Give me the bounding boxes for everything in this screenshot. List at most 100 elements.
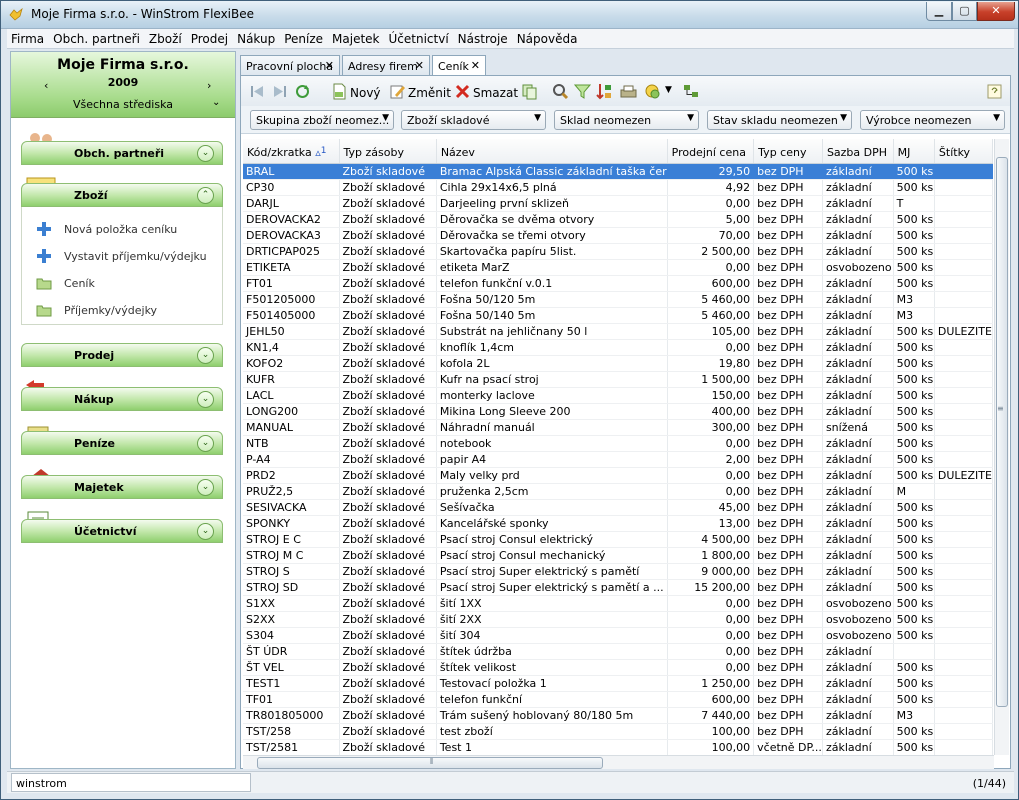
table-row[interactable]: STROJ M C Zboží skladové Psací stroj Consu… <box>243 547 993 564</box>
table-row[interactable]: DRTICPAP025 Zboží skladové Skartovačka pap… <box>243 243 993 260</box>
table-row[interactable]: P-A4 Zboží skladové papir A4 2,00 bez DPH zák… <box>243 451 993 468</box>
col-header-name[interactable]: Název <box>436 139 668 164</box>
table-row[interactable]: DEROVACKA3 Zboží skladové Děrovačka se tře… <box>243 227 993 244</box>
table-row[interactable]: KN1,4 Zboží skladové knoflík 1,4cm 0,00 bez … <box>243 339 993 356</box>
col-header-price-type[interactable]: Typ ceny <box>753 139 823 164</box>
section-nakup[interactable]: Nákup ⌄ <box>21 387 223 411</box>
table-row[interactable]: PRD2 Zboží skladové Maly velky prd 0,00 bez … <box>243 467 993 484</box>
table-row[interactable]: FT01 Zboží skladové telefon funkční v.0.1 6… <box>243 275 993 292</box>
section-zbozi[interactable]: Zboží ⌃ <box>21 183 223 207</box>
menu-firma[interactable]: Firma <box>7 29 49 46</box>
stock-type-filter-select[interactable]: Zboží skladové ▼ <box>401 110 546 130</box>
table-row[interactable]: TST/258 Zboží skladové test zboží 100,00 bez… <box>243 723 993 740</box>
table-row[interactable]: NTB Zboží skladové notebook 0,00 bez DPH zákl… <box>243 435 993 452</box>
table-row[interactable]: TEST1 Zboží skladové Testovací položka 11 … <box>243 675 993 692</box>
vertical-scrollbar[interactable]: ≡ <box>994 139 1009 755</box>
prev-year-arrow-icon[interactable]: ‹ <box>44 79 48 92</box>
table-cell: Mikina Long Sleeve 200 <box>436 403 668 420</box>
close-button[interactable]: ✕ <box>977 2 1015 21</box>
table-cell: bez DPH <box>753 355 823 372</box>
title-bar[interactable]: Moje Firma s.r.o. - WinStrom FlexiBee ▁ … <box>1 1 1018 29</box>
chevron-down-icon[interactable]: ⌄ <box>197 391 214 408</box>
table-row[interactable]: LONG200 Zboží skladové Mikina Long Sleeve … <box>243 403 993 420</box>
table-cell: DEROVACKA2 <box>243 211 340 228</box>
table-row[interactable]: BRAL Zboží skladové Bramac Alpská Classic … <box>243 163 993 180</box>
table-row[interactable]: S304 Zboží skladové šití 304 0,00 bez DPH osv… <box>243 627 993 644</box>
chevron-down-icon[interactable]: ⌄ <box>212 97 220 108</box>
sort-order-number: 1 <box>320 146 327 157</box>
next-year-arrow-icon[interactable]: › <box>207 79 211 92</box>
warehouse-filter-select[interactable]: Sklad neomezen ▼ <box>554 110 699 130</box>
table-row[interactable]: DEROVACKA2 Zboží skladové Děrovačka se dvě… <box>243 211 993 228</box>
menu-majetek[interactable]: Majetek <box>328 29 384 46</box>
manufacturer-filter-select[interactable]: Výrobce neomezen ▼ <box>860 110 1005 130</box>
tab-pracovni-plocha[interactable]: Pracovní plocha ✕ <box>240 55 340 76</box>
table-row[interactable]: KUFR Zboží skladové Kufr na psací stroj 1 5… <box>243 371 993 388</box>
table-row[interactable]: S1XX Zboží skladové šití 1XX 0,00 bez DPH osv… <box>243 595 993 612</box>
table-row[interactable]: SPONKY Zboží skladové Kancelářské sponky 13… <box>243 515 993 532</box>
price-list-table[interactable]: Kód/zkratka ▵1 Typ zásoby Název Prodejní… <box>243 139 993 755</box>
minimize-button[interactable]: ▁ <box>926 2 952 21</box>
col-header-tags[interactable]: Štítky <box>934 139 993 164</box>
cost-center-select[interactable]: Všechna střediska <box>11 98 235 111</box>
table-row[interactable]: S2XX Zboží skladové šití 2XX 0,00 bez DPH osv… <box>243 611 993 628</box>
table-row[interactable]: TR801805000 Zboží skladové Trám sušený hob… <box>243 707 993 724</box>
menu-nakup[interactable]: Nákup <box>233 29 280 46</box>
tab-adresy-firem[interactable]: Adresy firem ✕ <box>342 55 430 76</box>
close-tab-icon[interactable]: ✕ <box>325 59 334 72</box>
table-row[interactable]: F501205000 Zboží skladové Fošna 50/120 5m 5… <box>243 291 993 308</box>
chevron-down-icon[interactable]: ⌄ <box>197 145 214 162</box>
table-row[interactable]: STROJ S Zboží skladové Psací stroj Super e… <box>243 563 993 580</box>
close-tab-icon[interactable]: ✕ <box>471 59 480 72</box>
table-row[interactable]: JEHL50 Zboží skladové Substrát na jehlična… <box>243 323 993 340</box>
close-tab-icon[interactable]: ✕ <box>415 59 424 72</box>
chevron-down-icon[interactable]: ⌄ <box>197 479 214 496</box>
col-header-code[interactable]: Kód/zkratka ▵1 <box>243 139 340 164</box>
table-row[interactable]: STROJ SD Zboží skladové Psací stroj Super … <box>243 579 993 596</box>
table-row[interactable]: KOFO2 Zboží skladové kofola 2L 19,80 bez DPH… <box>243 355 993 372</box>
menu-ucetnictvi[interactable]: Účetnictví <box>385 29 454 46</box>
menu-obch-partneri[interactable]: Obch. partneři <box>49 29 145 46</box>
section-majetek[interactable]: Majetek ⌄ <box>21 475 223 499</box>
menu-penize[interactable]: Peníze <box>280 29 328 46</box>
col-header-unit[interactable]: MJ <box>893 139 935 164</box>
section-penize[interactable]: Peníze ⌄ <box>21 431 223 455</box>
scroll-thumb[interactable] <box>996 157 1008 707</box>
table-row[interactable]: ŠT VEL Zboží skladové štítek velikost 0,00 b… <box>243 659 993 676</box>
table-row[interactable]: ŠT ÚDR Zboží skladové štítek údržba 0,00 bez… <box>243 643 993 660</box>
table-row[interactable]: MANUAL Zboží skladové Náhradní manuál 300,0… <box>243 419 993 436</box>
menu-zbozi[interactable]: Zboží <box>145 29 187 46</box>
section-obch-partneri[interactable]: Obch. partneři ⌄ <box>21 141 223 165</box>
horizontal-scrollbar[interactable]: ⦀ <box>243 755 994 769</box>
table-cell: test zboží <box>436 723 668 740</box>
col-header-stock-type[interactable]: Typ zásoby <box>339 139 437 164</box>
table-cell <box>934 723 993 740</box>
status-bar: winstrom (1/44) <box>7 771 1014 793</box>
section-ucetnictvi[interactable]: Účetnictví ⌄ <box>21 519 223 543</box>
stock-state-filter-select[interactable]: Stav skladu neomezen ▼ <box>707 110 852 130</box>
table-row[interactable]: PRUŽ2,5 Zboží skladové pruženka 2,5cm 0,00 b… <box>243 483 993 500</box>
chevron-down-icon[interactable]: ⌄ <box>197 435 214 452</box>
col-header-price[interactable]: Prodejní cena <box>667 139 755 164</box>
menu-prodej[interactable]: Prodej <box>187 29 233 46</box>
table-row[interactable]: TF01 Zboží skladové telefon funkční 600,00 b… <box>243 691 993 708</box>
table-row[interactable]: SESIVACKA Zboží skladové Sešívačka 45,00 bez… <box>243 499 993 516</box>
chevron-down-icon[interactable]: ⌄ <box>197 347 214 364</box>
table-row[interactable]: STROJ E C Zboží skladové Psací stroj Consu… <box>243 531 993 548</box>
col-header-vat-rate[interactable]: Sazba DPH <box>822 139 894 164</box>
menu-napoveda[interactable]: Nápověda <box>513 29 583 46</box>
group-filter-select[interactable]: Skupina zboží neomez... ▼ <box>250 110 394 130</box>
table-row[interactable]: TST/2581 Zboží skladové Test 1 100,00 včetně… <box>243 739 993 755</box>
table-row[interactable]: F501405000 Zboží skladové Fošna 50/140 5m 5… <box>243 307 993 324</box>
section-prodej[interactable]: Prodej ⌄ <box>21 343 223 367</box>
table-row[interactable]: LACL Zboží skladové monterky laclove 150,00… <box>243 387 993 404</box>
table-row[interactable]: DARJL Zboží skladové Darjeeling první skli… <box>243 195 993 212</box>
menu-nastroje[interactable]: Nástroje <box>454 29 513 46</box>
tab-cenik[interactable]: Ceník ✕ <box>432 55 486 77</box>
table-row[interactable]: CP30 Zboží skladové Cihla 29x14x6,5 plná 4,… <box>243 179 993 196</box>
chevron-down-icon[interactable]: ⌄ <box>197 523 214 540</box>
table-cell: 500 ks <box>893 531 935 548</box>
table-row[interactable]: ETIKETA Zboží skladové etiketa MarZ 0,00 bez… <box>243 259 993 276</box>
maximize-button[interactable]: ▢ <box>952 2 977 21</box>
chevron-up-icon[interactable]: ⌃ <box>197 187 214 204</box>
